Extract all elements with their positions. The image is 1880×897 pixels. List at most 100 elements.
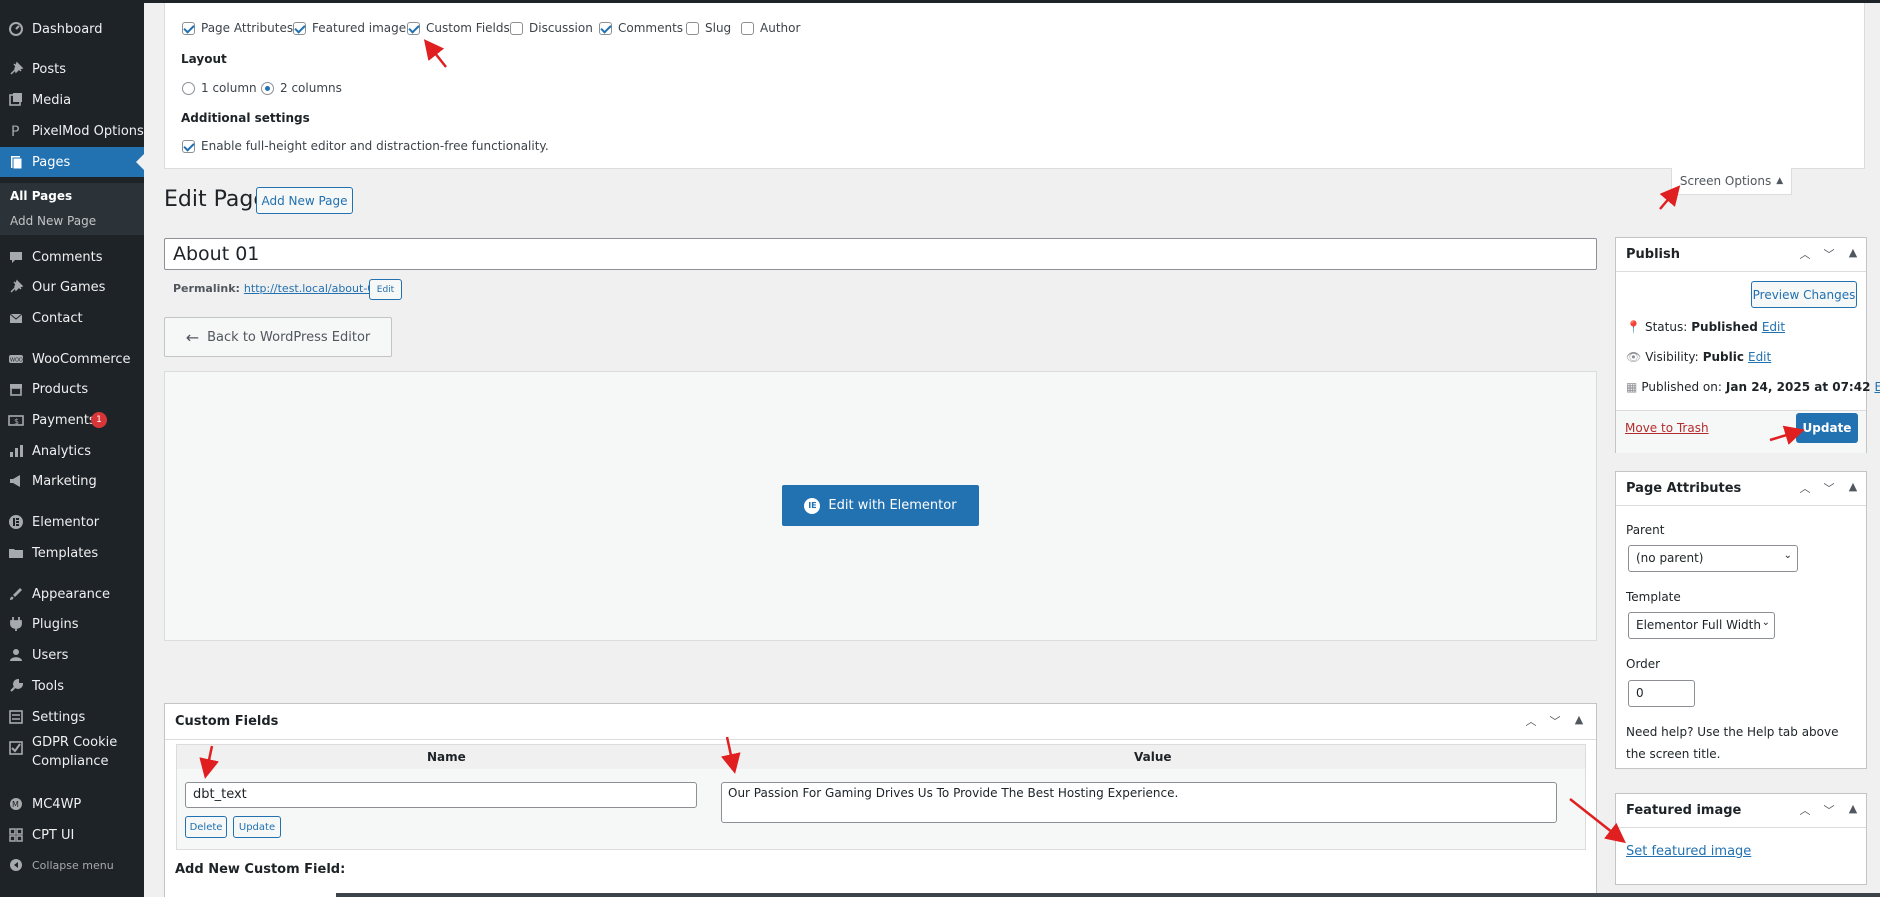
screen-options-panel: Page Attributes Featured image Custom Fiel… xyxy=(164,3,1865,169)
sidebar-item-cpt-ui[interactable]: CPT UI xyxy=(0,820,144,850)
custom-field-name-input[interactable]: dbt_text xyxy=(185,782,697,808)
set-featured-image-link[interactable]: Set featured image xyxy=(1626,844,1751,859)
sidebar-item-our-games[interactable]: Our Games xyxy=(0,272,144,302)
preview-changes-button[interactable]: Preview Changes xyxy=(1751,281,1857,308)
checkbox[interactable] xyxy=(510,21,523,35)
permalink-url[interactable]: http://test.local/about-01/ xyxy=(244,282,385,295)
chevron-up-icon[interactable]: ︿ xyxy=(1796,802,1814,818)
move-to-trash-link[interactable]: Move to Trash xyxy=(1625,421,1709,435)
checkbox[interactable] xyxy=(686,21,699,35)
mc4wp-icon: M xyxy=(10,798,22,810)
custom-fields-title: Custom Fields xyxy=(175,714,279,729)
sidebar-item-users[interactable]: Users xyxy=(0,640,144,670)
layout-2-columns-option[interactable]: 2 columns xyxy=(261,81,342,95)
sidebar-item-contact[interactable]: Contact xyxy=(0,303,144,333)
plug-icon xyxy=(10,617,22,631)
checkbox-label: Discussion xyxy=(529,21,593,35)
screen-option-slug[interactable]: Slug xyxy=(686,21,731,35)
screen-option-page-attributes[interactable]: Page Attributes xyxy=(182,21,293,35)
checkbox[interactable] xyxy=(407,21,420,35)
sidebar-item-appearance[interactable]: Appearance xyxy=(0,579,144,609)
submenu-all-pages[interactable]: All Pages xyxy=(10,189,72,203)
visibility-label: Visibility: xyxy=(1645,350,1699,364)
published-label: Published on: xyxy=(1641,380,1722,394)
sidebar-item-pages[interactable]: Pages xyxy=(0,147,144,177)
add-new-page-button[interactable]: Add New Page xyxy=(256,187,353,214)
sidebar-item-dashboard[interactable]: Dashboard xyxy=(0,14,144,44)
back-to-wordpress-editor-button[interactable]: ← Back to WordPress Editor xyxy=(164,317,392,357)
chevron-down-icon[interactable]: ﹀ xyxy=(1820,480,1838,496)
chevron-down-icon[interactable]: ﹀ xyxy=(1820,802,1838,818)
order-input[interactable]: 0 xyxy=(1628,680,1695,707)
permalink-edit-button[interactable]: Edit xyxy=(369,279,402,300)
checkbox[interactable] xyxy=(293,21,306,35)
sidebar-item-plugins[interactable]: Plugins xyxy=(0,609,144,639)
delete-field-button[interactable]: Delete xyxy=(185,816,227,838)
sidebar-item-label: Settings xyxy=(32,709,86,725)
layout-1-column-option[interactable]: 1 column xyxy=(182,81,257,95)
visibility-edit-link[interactable]: Edit xyxy=(1748,350,1771,364)
checkbox[interactable] xyxy=(182,21,195,35)
radio-2-columns[interactable] xyxy=(261,81,274,95)
screen-option-featured-image[interactable]: Featured image xyxy=(293,21,406,35)
sidebar-item-media[interactable]: Media xyxy=(0,85,144,115)
update-button[interactable]: Update xyxy=(1796,413,1858,443)
screen-option-comments[interactable]: Comments xyxy=(599,21,683,35)
sidebar-item-pixelmod-options[interactable]: P PixelMod Options xyxy=(0,116,144,146)
sidebar-item-comments[interactable]: Comments xyxy=(0,242,144,272)
sidebar-item-elementor[interactable]: Elementor xyxy=(0,507,144,537)
sidebar-item-analytics[interactable]: Analytics xyxy=(0,436,144,466)
chevron-up-icon[interactable]: ︿ xyxy=(1796,246,1814,262)
chevron-down-icon[interactable]: ﹀ xyxy=(1820,246,1838,262)
chevron-down-icon[interactable]: ﹀ xyxy=(1546,713,1564,729)
sidebar-item-settings[interactable]: Settings xyxy=(0,702,144,732)
sidebar-item-payments[interactable]: $ Payments 1 xyxy=(0,405,144,435)
sidebar-item-products[interactable]: Products xyxy=(0,374,144,404)
fullheight-option[interactable]: Enable full-height editor and distractio… xyxy=(182,139,549,153)
caret-up-icon[interactable]: ▲ xyxy=(1570,713,1588,729)
sidebar-item-label: Plugins xyxy=(32,616,79,632)
pin-icon: 📍 xyxy=(1626,320,1641,334)
custom-fields-header[interactable]: Custom Fields xyxy=(165,704,1596,740)
chevron-up-icon[interactable]: ︿ xyxy=(1522,713,1540,729)
sidebar-item-mc4wp[interactable]: M MC4WP xyxy=(0,789,144,819)
screen-option-custom-fields[interactable]: Custom Fields xyxy=(407,21,510,35)
sidebar-item-posts[interactable]: Posts xyxy=(0,54,144,84)
checkbox[interactable] xyxy=(741,21,754,35)
sidebar-item-collapse-menu[interactable]: Collapse menu xyxy=(0,850,144,880)
sidebar-item-tools[interactable]: Tools xyxy=(0,671,144,701)
checkbox-label: Comments xyxy=(618,21,684,35)
pin-icon xyxy=(10,61,24,75)
sidebar-item-gdpr-cookie[interactable]: GDPR Cookie Compliance xyxy=(0,733,144,775)
screen-option-discussion[interactable]: Discussion xyxy=(510,21,593,35)
sidebar-item-templates[interactable]: Templates xyxy=(0,538,144,568)
template-select[interactable]: Elementor Full Width ⌄ xyxy=(1628,612,1775,639)
mail-icon xyxy=(9,313,23,323)
radio-1-column[interactable] xyxy=(182,81,195,95)
page-attributes-box: Page Attributes ︿ ﹀ ▲ Parent (no parent) ⌄… xyxy=(1615,471,1867,769)
custom-field-value-textarea[interactable]: Our Passion For Gaming Drives Us To Prov… xyxy=(721,782,1557,823)
sidebar-item-label: Dashboard xyxy=(32,21,103,37)
published-edit-link[interactable]: Edit xyxy=(1874,380,1880,394)
sidebar-item-marketing[interactable]: Marketing xyxy=(0,466,144,496)
sidebar-item-label: Contact xyxy=(32,310,83,326)
horizontal-scrollbar[interactable] xyxy=(336,893,1880,897)
comment-icon xyxy=(10,252,22,263)
archive-icon xyxy=(10,384,22,396)
caret-up-icon[interactable]: ▲ xyxy=(1844,802,1862,818)
submenu-add-new-page[interactable]: Add New Page xyxy=(10,214,96,228)
edit-with-elementor-button[interactable]: IE Edit with Elementor xyxy=(782,485,979,526)
chevron-up-icon[interactable]: ︿ xyxy=(1796,480,1814,496)
fullheight-checkbox[interactable] xyxy=(182,139,195,153)
update-field-button[interactable]: Update xyxy=(233,816,281,838)
sidebar-item-label: Products xyxy=(32,381,89,397)
sidebar-item-woocommerce[interactable]: WOO WooCommerce xyxy=(0,344,144,374)
screen-option-author[interactable]: Author xyxy=(741,21,800,35)
checkbox[interactable] xyxy=(599,21,612,35)
status-edit-link[interactable]: Edit xyxy=(1762,320,1785,334)
screen-options-tab[interactable]: Screen Options ▲ xyxy=(1671,168,1792,195)
caret-up-icon[interactable]: ▲ xyxy=(1844,246,1862,262)
parent-select[interactable]: (no parent) ⌄ xyxy=(1628,545,1798,572)
caret-up-icon[interactable]: ▲ xyxy=(1844,480,1862,496)
post-title-input[interactable]: About 01 xyxy=(164,238,1597,270)
